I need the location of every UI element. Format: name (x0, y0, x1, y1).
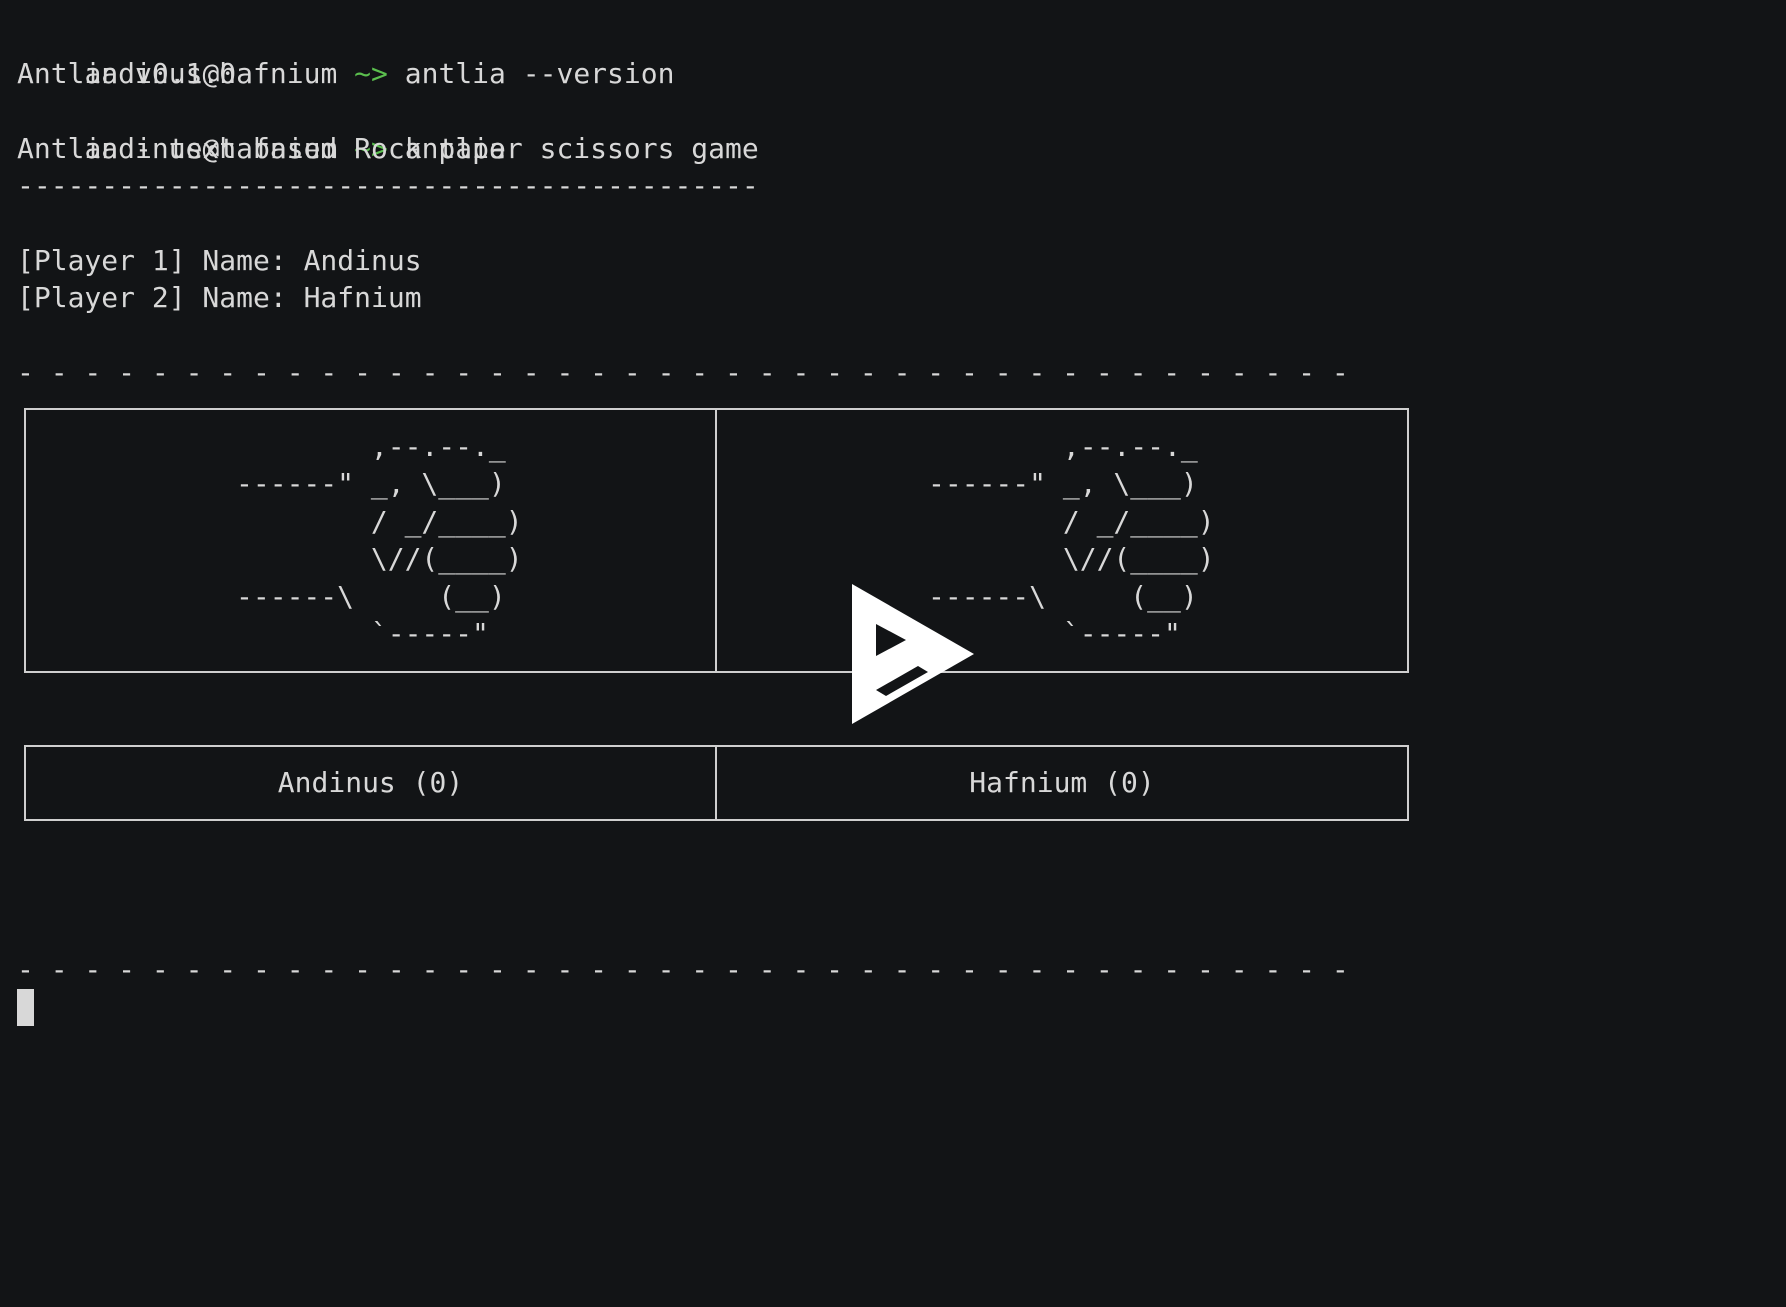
player2-name-line: [Player 2] Name: Hafnium (17, 281, 422, 314)
terminal-cursor (17, 989, 34, 1026)
hands-box-divider (715, 408, 717, 673)
dashed-rule-top: - - - - - - - - - - - - - - - - - - - - … (17, 356, 1349, 389)
output-line: Antlia v0.1.0 (17, 57, 237, 90)
dashed-rule-bottom: - - - - - - - - - - - - - - - - - - - - … (17, 953, 1349, 986)
player1-name-line: [Player 1] Name: Andinus (17, 244, 422, 277)
play-button[interactable] (852, 584, 974, 724)
play-icon (852, 584, 974, 724)
output-line: Antlia - text based Rock paper scissors … (17, 132, 759, 165)
prompt-line-2: andinus@hafnium ~> antlia (17, 93, 505, 165)
title-underline: ----------------------------------------… (17, 169, 759, 202)
command-text: antlia --version (404, 57, 675, 91)
prompt-symbol: ~> (337, 57, 405, 91)
player1-score: Andinus (0) (277, 766, 464, 799)
prompt-line-1: andinus@hafnium ~> antlia --version (17, 18, 674, 90)
player1-hand-art: ,--.--._ ------" _, \___) / _/____) \//(… (236, 430, 523, 651)
terminal-window[interactable]: andinus@hafnium ~> antlia --version Antl… (0, 0, 1786, 1307)
player2-score: Hafnium (0) (969, 766, 1155, 799)
